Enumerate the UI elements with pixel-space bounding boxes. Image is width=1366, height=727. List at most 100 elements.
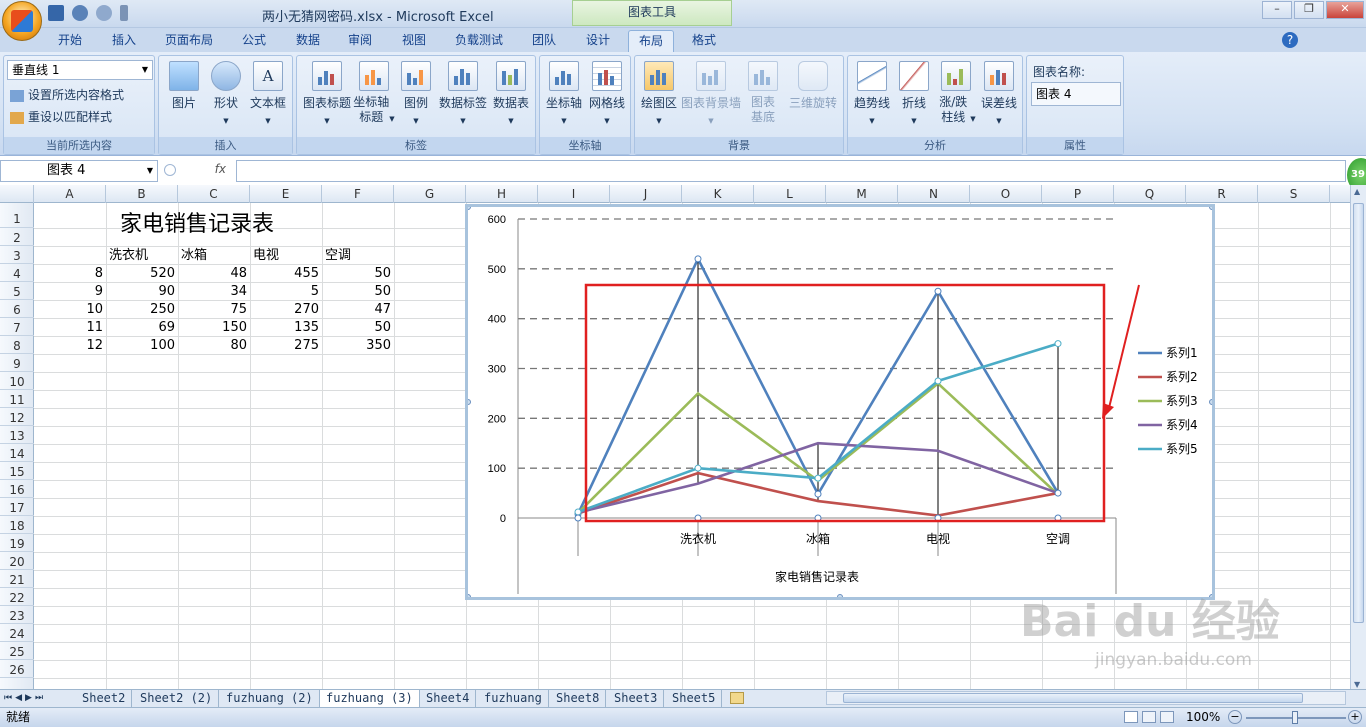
row-header[interactable]: 11 (0, 390, 34, 408)
cell[interactable]: 电视 (250, 246, 322, 264)
sheet-tab[interactable]: fuzhuang (3) (320, 690, 420, 707)
axes-button[interactable]: 坐标轴 ▼ (543, 61, 585, 129)
tab-view[interactable]: 视图 (396, 30, 432, 52)
row-header[interactable]: 12 (0, 408, 34, 426)
minimize-button[interactable]: – (1262, 1, 1292, 19)
row-header[interactable]: 25 (0, 642, 34, 660)
row-header[interactable]: 14 (0, 444, 34, 462)
row-header[interactable]: 16 (0, 480, 34, 498)
page-layout-view-icon[interactable] (1142, 711, 1156, 723)
row-header[interactable]: 4 (0, 264, 34, 282)
insert-sheet-icon[interactable] (730, 692, 744, 704)
restore-button[interactable]: ❐ (1294, 1, 1324, 19)
sheet-tab[interactable]: fuzhuang (2) (220, 690, 320, 707)
column-header[interactable]: H (466, 185, 538, 203)
cell[interactable]: 12 (34, 336, 106, 354)
cell[interactable]: 10 (34, 300, 106, 318)
axis-titles-button[interactable]: 坐标轴标题 ▼ (353, 61, 395, 127)
row-header[interactable]: 5 (0, 282, 34, 300)
tab-team[interactable]: 团队 (526, 30, 562, 52)
cell[interactable]: 270 (250, 300, 322, 318)
redo-icon[interactable] (96, 5, 112, 21)
lines-button[interactable]: 折线 ▼ (894, 61, 934, 129)
cell[interactable]: 48 (178, 264, 250, 282)
cell[interactable]: 空调 (322, 246, 394, 264)
zoom-in-icon[interactable]: + (1348, 710, 1362, 724)
tab-design[interactable]: 设计 (580, 30, 616, 52)
row-header[interactable]: 13 (0, 426, 34, 444)
sheet-tab[interactable]: Sheet5 (666, 690, 723, 707)
column-header[interactable]: F (322, 185, 394, 203)
cell[interactable]: 11 (34, 318, 106, 336)
3d-rotation-button[interactable]: 三维旋转 (785, 61, 841, 111)
tab-data[interactable]: 数据 (290, 30, 326, 52)
cell[interactable]: 50 (322, 318, 394, 336)
tab-layout[interactable]: 布局 (628, 30, 674, 52)
cell[interactable]: 69 (106, 318, 178, 336)
chart-element-dropdown[interactable]: 垂直线 1 ▼ (7, 60, 153, 80)
tab-load-test[interactable]: 负载测试 (448, 30, 510, 52)
row-header[interactable]: 6 (0, 300, 34, 318)
cell[interactable]: 520 (106, 264, 178, 282)
close-button[interactable]: ✕ (1326, 1, 1364, 19)
column-header[interactable]: O (970, 185, 1042, 203)
tab-page-layout[interactable]: 页面布局 (158, 30, 220, 52)
cell[interactable]: 100 (106, 336, 178, 354)
zoom-level[interactable]: 100% (1186, 708, 1220, 727)
save-icon[interactable] (48, 5, 64, 21)
cell[interactable]: 50 (322, 282, 394, 300)
name-box[interactable]: 图表 4 ▼ (0, 160, 158, 182)
scroll-thumb[interactable] (1353, 203, 1364, 623)
insert-shapes-button[interactable]: 形状 ▼ (207, 61, 245, 129)
row-header[interactable]: 19 (0, 534, 34, 552)
row-header[interactable]: 17 (0, 498, 34, 516)
column-header[interactable]: Q (1114, 185, 1186, 203)
cell[interactable]: 75 (178, 300, 250, 318)
column-header[interactable]: K (682, 185, 754, 203)
cell[interactable]: 80 (178, 336, 250, 354)
tab-home[interactable]: 开始 (52, 30, 88, 52)
sheet-tab[interactable]: fuzhuang (478, 690, 549, 707)
scroll-thumb[interactable] (843, 693, 1303, 703)
scroll-down-icon[interactable]: ▼ (1354, 680, 1360, 689)
row-header[interactable]: 24 (0, 624, 34, 642)
row-header[interactable]: 15 (0, 462, 34, 480)
page-break-view-icon[interactable] (1160, 711, 1174, 723)
row-header[interactable]: 3 (0, 246, 34, 264)
formula-input[interactable] (236, 160, 1346, 182)
tab-review[interactable]: 审阅 (342, 30, 378, 52)
column-header[interactable]: E (250, 185, 322, 203)
sheet-tab[interactable]: Sheet8 (550, 690, 607, 707)
data-labels-button[interactable]: 数据标签 ▼ (437, 61, 489, 129)
cell[interactable]: 150 (178, 318, 250, 336)
reset-style-button[interactable]: 重设以匹配样式 (10, 108, 112, 125)
tab-format[interactable]: 格式 (686, 30, 722, 52)
column-header[interactable]: S (1258, 185, 1330, 203)
insert-picture-button[interactable]: 图片 (165, 61, 203, 111)
error-bars-button[interactable]: 误差线 ▼ (978, 61, 1020, 129)
sheet-tab[interactable]: Sheet2 (76, 690, 133, 707)
plot-area-button[interactable]: 绘图区 ▼ (638, 61, 680, 129)
chart-wall-button[interactable]: 图表背景墙 ▼ (681, 61, 741, 129)
cell[interactable]: 47 (322, 300, 394, 318)
horizontal-scrollbar[interactable] (826, 691, 1346, 705)
insert-function-button[interactable]: fx (162, 162, 232, 180)
row-header[interactable]: 9 (0, 354, 34, 372)
cell[interactable]: 5 (250, 282, 322, 300)
chart-title-button[interactable]: 图表标题 ▼ (301, 61, 353, 129)
column-header[interactable]: J (610, 185, 682, 203)
row-header[interactable]: 7 (0, 318, 34, 336)
cell[interactable]: 90 (106, 282, 178, 300)
customize-qat-icon[interactable] (120, 5, 128, 21)
column-header[interactable]: N (898, 185, 970, 203)
column-header[interactable]: I (538, 185, 610, 203)
row-header[interactable]: 2 (0, 228, 34, 246)
cell[interactable]: 275 (250, 336, 322, 354)
vertical-scrollbar[interactable]: ▲ ▼ (1350, 185, 1366, 691)
zoom-out-icon[interactable]: − (1228, 710, 1242, 724)
insert-textbox-button[interactable]: A 文本框 ▼ (247, 61, 289, 129)
cell[interactable]: 455 (250, 264, 322, 282)
column-header[interactable]: P (1042, 185, 1114, 203)
normal-view-icon[interactable] (1124, 711, 1138, 723)
up-down-bars-button[interactable]: 涨/跌柱线 ▼ (934, 61, 978, 127)
